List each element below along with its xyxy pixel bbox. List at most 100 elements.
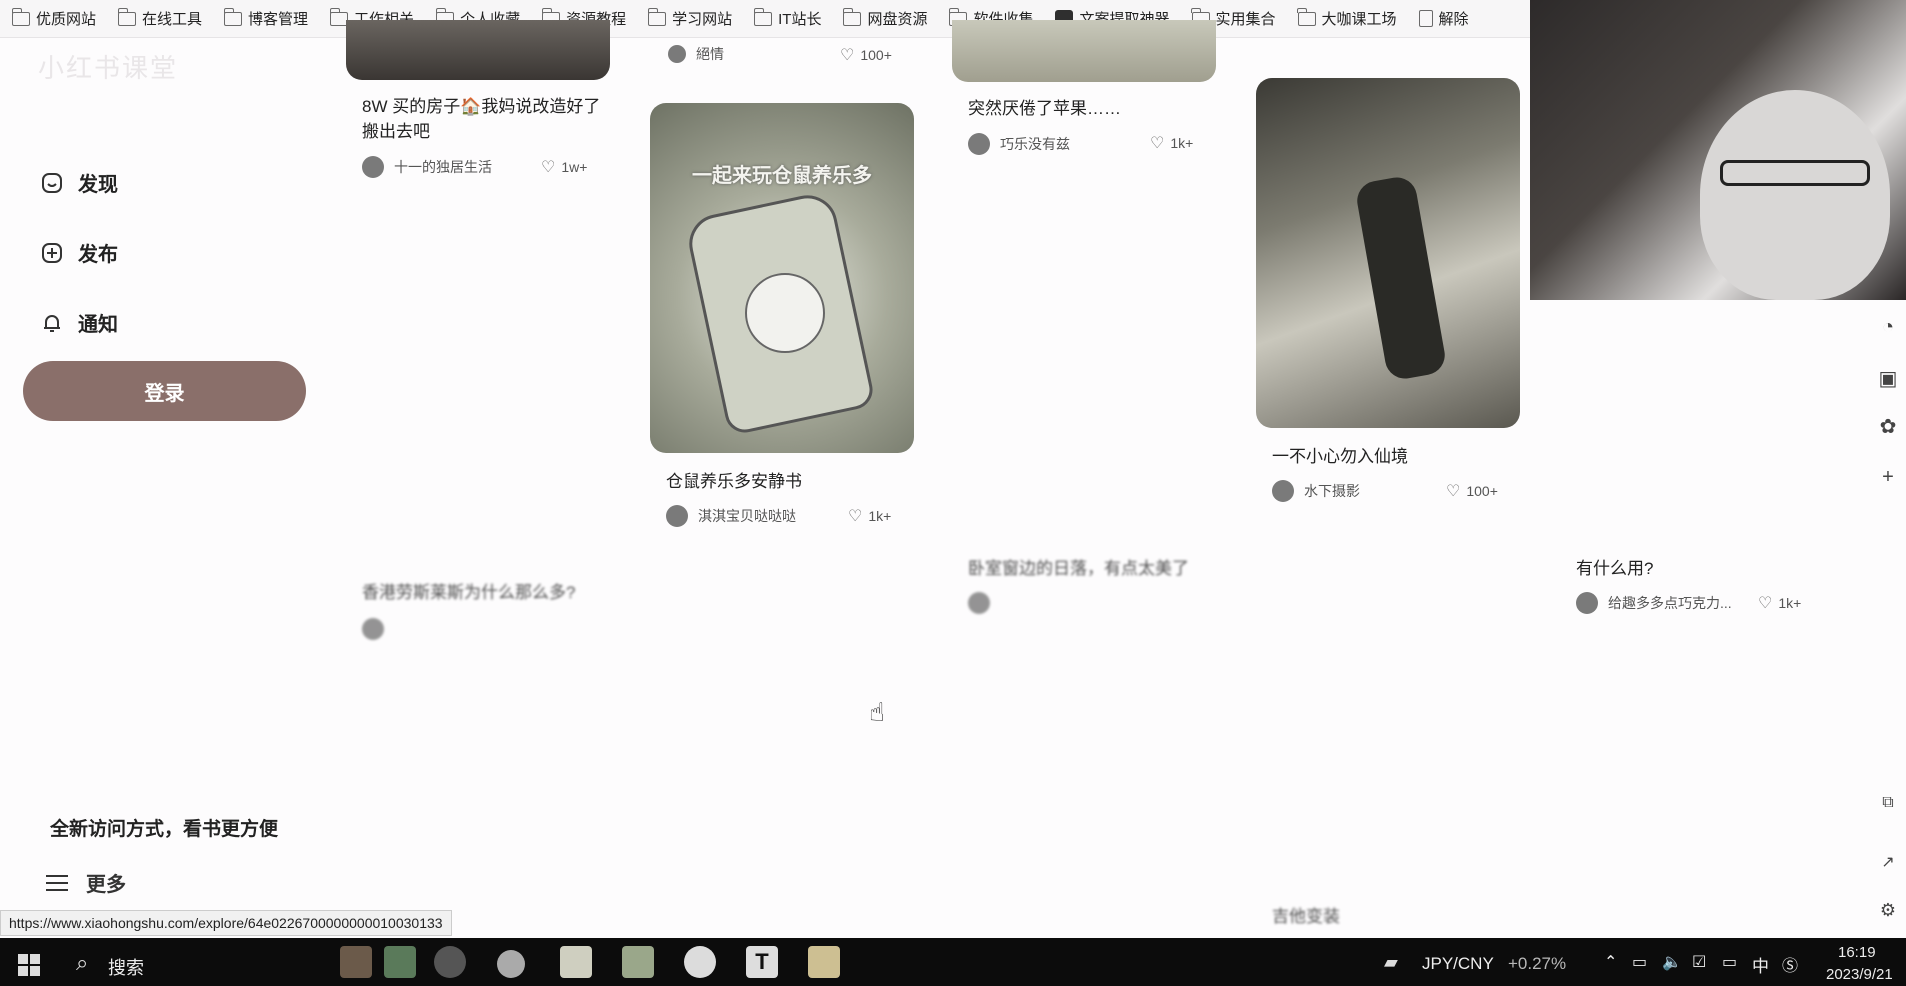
bookmark-item[interactable]: 大咖课工场	[1297, 7, 1397, 29]
settings-flower-icon[interactable]: ✿	[1875, 414, 1901, 439]
likes-value: 1w+	[561, 159, 588, 175]
likes-value: 1k+	[868, 508, 892, 524]
flower-app-icon[interactable]	[684, 946, 716, 978]
ime-indicator[interactable]: 中	[1752, 952, 1769, 977]
bookmark-item[interactable]: 解除	[1418, 8, 1469, 29]
nav-publish-label: 发布	[78, 244, 118, 266]
more-menu[interactable]: 更多	[46, 868, 126, 897]
search-icon[interactable]: ⌕	[76, 950, 88, 976]
app-icon[interactable]	[384, 946, 416, 978]
author-name: 水下摄影	[1304, 483, 1360, 499]
folder-icon	[842, 7, 862, 26]
bookmark-item[interactable]: 在线工具	[117, 7, 202, 29]
like-count[interactable]: ♡ 1k+	[1758, 593, 1801, 613]
like-count[interactable]: ♡ 1k+	[1150, 133, 1193, 153]
heart-icon: ♡	[848, 508, 863, 525]
card-author[interactable]	[362, 618, 394, 640]
author-name: 十一的独居生活	[394, 159, 492, 175]
taskbar-search-label[interactable]: 搜索	[108, 954, 144, 980]
promo-text[interactable]: 全新访问方式，看书更方便	[50, 814, 278, 841]
login-button[interactable]: 登录	[23, 361, 306, 421]
card-title[interactable]: 突然厌倦了苹果……	[968, 96, 1208, 121]
photo-app-icon[interactable]	[622, 946, 654, 978]
chrome-icon[interactable]	[497, 950, 525, 978]
nav-publish[interactable]: 发布	[40, 238, 118, 267]
clock-time[interactable]: 16:19	[1838, 944, 1876, 961]
clock-date[interactable]: 2023/9/21	[1826, 966, 1893, 983]
like-count[interactable]: ♡ 100+	[840, 45, 892, 65]
battery-icon[interactable]: ▭	[1722, 952, 1737, 972]
video-app-icon[interactable]	[340, 946, 372, 978]
bookmark-label: 博客管理	[248, 11, 309, 28]
screenshot-icon[interactable]: ⧉	[1875, 794, 1901, 812]
bookmark-item[interactable]: 优质网站	[11, 7, 96, 29]
volume-icon[interactable]: 🔈	[1662, 952, 1682, 972]
avatar	[362, 156, 384, 178]
tray-chevron-icon[interactable]: ⌃	[1604, 952, 1617, 972]
nav-discover[interactable]: 发现	[40, 168, 118, 197]
card-image[interactable]: 一起来玩仓鼠养乐多	[650, 103, 914, 453]
card-image[interactable]	[952, 20, 1216, 82]
folder-icon	[753, 7, 773, 26]
card-image[interactable]	[1256, 78, 1520, 428]
figure-shape	[1354, 174, 1448, 382]
heart-icon: ♡	[1758, 595, 1773, 612]
avatar	[968, 592, 990, 614]
card-title[interactable]: 8W 买的房子🏠我妈说改造好了搬出去吧	[362, 94, 602, 144]
card-author[interactable]: 絕情	[668, 44, 724, 64]
image-caption: 一起来玩仓鼠养乐多	[692, 165, 872, 187]
like-count[interactable]: ♡ 100+	[1446, 481, 1498, 501]
doc-icon	[1418, 10, 1433, 27]
nav-notify[interactable]: 通知	[40, 308, 118, 337]
card-title[interactable]: 卧室窗边的日落，有点太美了	[968, 556, 1208, 581]
gear-icon[interactable]: ⚙	[1875, 900, 1901, 921]
card-author[interactable]: 十一的独居生活	[362, 156, 492, 178]
external-link-icon[interactable]: ↗	[1875, 852, 1901, 872]
bot-icon[interactable]: ▣	[1875, 366, 1901, 391]
likes-value: 1k+	[1778, 595, 1802, 611]
card-title[interactable]: 一不小心勿入仙境	[1272, 444, 1512, 469]
network-icon[interactable]: ▭	[1632, 952, 1647, 972]
avatar	[1576, 592, 1598, 614]
bookmark-item[interactable]: 学习网站	[647, 7, 733, 29]
card-author[interactable]: 淇淇宝贝哒哒哒	[666, 505, 796, 527]
card-author[interactable]: 给趣多多点巧克力...	[1576, 592, 1732, 614]
webcam-glasses	[1720, 160, 1870, 186]
card-title[interactable]: 香港劳斯莱斯为什么那么多?	[362, 580, 602, 605]
menu-icon	[46, 874, 68, 891]
notepad-icon[interactable]	[560, 946, 592, 978]
bookmark-label: 实用集合	[1215, 11, 1276, 28]
card-title[interactable]: 吉他变装	[1272, 904, 1512, 929]
ticker-label[interactable]: JPY/CNY	[1422, 954, 1494, 974]
windows-start-icon[interactable]	[18, 954, 40, 976]
typora-icon[interactable]: T	[746, 946, 778, 978]
card-title[interactable]: 仓鼠养乐多安静书	[666, 469, 906, 494]
media-app-icon[interactable]	[434, 946, 466, 978]
card-author[interactable]: 巧乐没有兹	[968, 133, 1070, 155]
author-name: 巧乐没有兹	[1000, 136, 1070, 152]
stock-icon: ▰	[1384, 952, 1398, 972]
bookmark-item[interactable]: 博客管理	[223, 7, 309, 29]
refresh-icon[interactable]: ◔	[1875, 316, 1901, 339]
folder-app-icon[interactable]	[808, 946, 840, 978]
likes-value: 100+	[1466, 483, 1498, 499]
avatar	[1272, 480, 1294, 502]
sogou-icon[interactable]: Ⓢ	[1782, 952, 1798, 976]
card-author[interactable]	[968, 592, 1000, 614]
bookmark-item[interactable]: 网盘资源	[842, 7, 927, 29]
bookmark-label: 学习网站	[672, 11, 733, 28]
card-author[interactable]: 水下摄影	[1272, 480, 1360, 502]
plus-circle-icon	[40, 241, 64, 265]
bookmark-item[interactable]: IT站长	[753, 7, 821, 29]
edit-icon[interactable]: ☑	[1692, 952, 1706, 972]
likes-value: 1k+	[1170, 135, 1194, 151]
author-name: 淇淇宝贝哒哒哒	[698, 508, 796, 524]
card-title[interactable]: 有什么用?	[1576, 556, 1816, 581]
add-icon[interactable]: +	[1875, 466, 1901, 489]
like-count[interactable]: ♡ 1k+	[848, 506, 891, 526]
like-count[interactable]: ♡ 1w+	[541, 157, 587, 177]
taskbar	[0, 938, 1906, 986]
bookmark-label: 大咖课工场	[1321, 11, 1397, 28]
heart-icon: ♡	[840, 47, 855, 64]
card-image[interactable]	[346, 20, 610, 80]
